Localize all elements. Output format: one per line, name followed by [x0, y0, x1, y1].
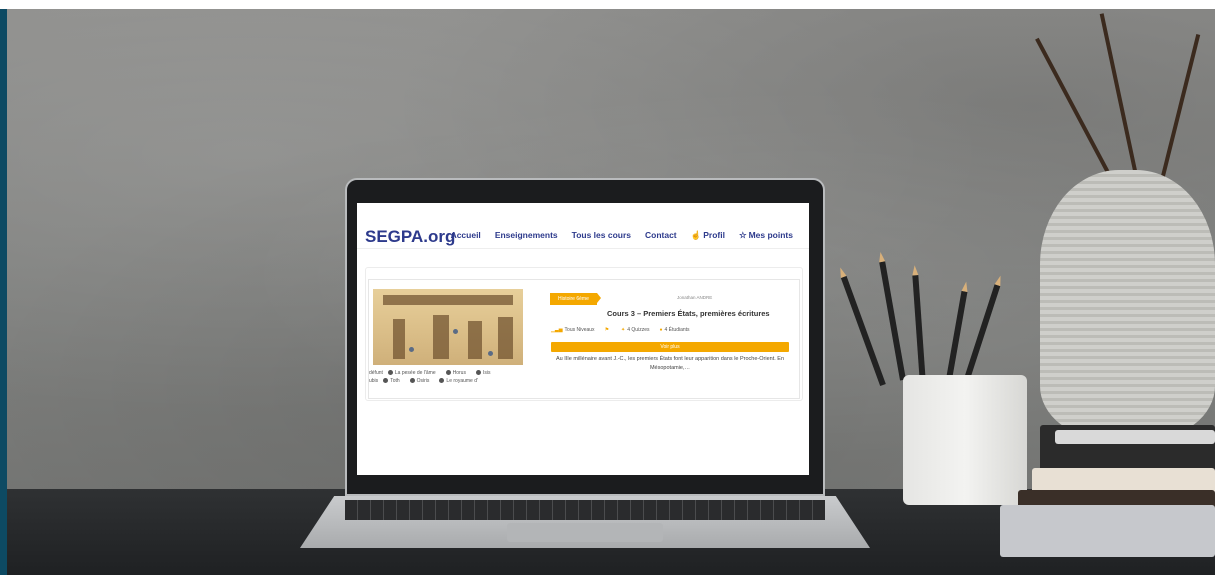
fresco-figure: [393, 319, 405, 359]
nav-item-mes-points[interactable]: ☆ Mes points: [739, 230, 793, 241]
fresco-figure: [468, 321, 482, 359]
legend-item: La pesée de l'âme: [387, 369, 441, 377]
legend-item: Horus: [445, 369, 471, 377]
course-author[interactable]: Jonathan ANDRE: [677, 295, 712, 300]
course-level: ▁▃▅ Tous Niveaux: [551, 327, 595, 333]
course-quizzes-text: 4 Quizzes: [627, 327, 650, 333]
legend-bullet-icon: [439, 378, 445, 384]
legend-marker: [409, 347, 414, 352]
nav-item-accueil[interactable]: Accueil: [451, 230, 481, 241]
user-icon: ●: [659, 327, 663, 333]
course-category-badge[interactable]: Histoire 6ème: [550, 293, 601, 305]
legend-item: Osiris: [409, 377, 435, 385]
legend-text: Toth: [390, 378, 400, 384]
laptop-trackpad: [507, 523, 663, 542]
pencil-cup: [903, 375, 1027, 505]
legend-item: Le royaume d': [439, 377, 483, 385]
course-meta: ▁▃▅ Tous Niveaux ⚑ ✦ 4 Quizzes ● 4 Étudiant…: [551, 327, 690, 333]
course-title[interactable]: Cours 3 – Premiers États, premières écri…: [607, 309, 770, 318]
star-icon: ☆: [738, 230, 747, 240]
course-level-text: Tous Niveaux: [564, 327, 595, 333]
nav-item-profil[interactable]: ☝ Profil: [691, 230, 725, 241]
course-students: ● 4 Étudiants: [659, 327, 689, 333]
nav-item-tous-les-cours[interactable]: Tous les cours: [572, 230, 631, 241]
legend-item: Isis: [475, 369, 496, 377]
nav-item-enseignements[interactable]: Enseignements: [495, 230, 558, 241]
image-legend: défunt La pesée de l'âme Horus Isis ubis Tot…: [369, 369, 529, 385]
laptop-screen: SEGPA.org Accueil Enseignements Tous les…: [357, 203, 809, 475]
course-students-text: 4 Étudiants: [664, 327, 690, 333]
site-logo[interactable]: SEGPA.org: [365, 227, 455, 247]
puzzle-icon: ✦: [621, 327, 626, 333]
level-bars-icon: ▁▃▅: [551, 327, 563, 333]
fresco-figure: [433, 315, 449, 359]
course-excerpt: Au IIIe millénaire avant J.-C., les prem…: [555, 356, 785, 371]
legend-item: Toth: [383, 377, 404, 385]
legend-bullet-icon: [409, 378, 415, 384]
legend-item: défunt: [369, 370, 383, 376]
read-more-button[interactable]: Voir plus: [551, 342, 789, 352]
legend-bullet-icon: [475, 370, 481, 376]
bookmark-icon: ⚑: [604, 327, 610, 333]
legend-text: Le royaume d': [446, 378, 478, 384]
notebook: [1000, 505, 1215, 557]
fresco-figure: [498, 317, 513, 359]
legend-bullet-icon: [383, 378, 389, 384]
legend-bullet-icon: [387, 370, 393, 376]
legend-text: Osiris: [416, 378, 430, 384]
legend-text: Isis: [482, 370, 491, 376]
laptop-keyboard: [345, 500, 825, 520]
left-border: [0, 9, 7, 575]
legend-marker: [453, 329, 458, 334]
photo-scene: SEGPA.org Accueil Enseignements Tous les…: [0, 0, 1215, 575]
ceramic-vase: [1040, 170, 1215, 440]
top-border: [0, 0, 1215, 9]
nav-item-mes-points-label: Mes points: [748, 230, 793, 240]
legend-item: ubis: [369, 378, 379, 384]
course-bookmark[interactable]: ⚑: [605, 327, 611, 333]
legend-bullet-icon: [445, 370, 451, 376]
legend-text: Horus: [452, 370, 466, 376]
course-quizzes: ✦ 4 Quizzes: [621, 327, 649, 333]
fresco-figures: [383, 295, 513, 305]
course-thumbnail[interactable]: [373, 289, 523, 365]
legend-text: La pesée de l'âme: [394, 370, 436, 376]
legend-marker: [488, 351, 493, 356]
main-nav: Accueil Enseignements Tous les cours Con…: [451, 230, 793, 241]
nav-item-profil-label: Profil: [703, 230, 725, 240]
notebook-spiral: [1055, 430, 1215, 444]
hand-pointer-icon: ☝: [690, 230, 702, 240]
nav-item-contact[interactable]: Contact: [645, 230, 677, 241]
site-header: SEGPA.org Accueil Enseignements Tous les…: [357, 218, 809, 249]
